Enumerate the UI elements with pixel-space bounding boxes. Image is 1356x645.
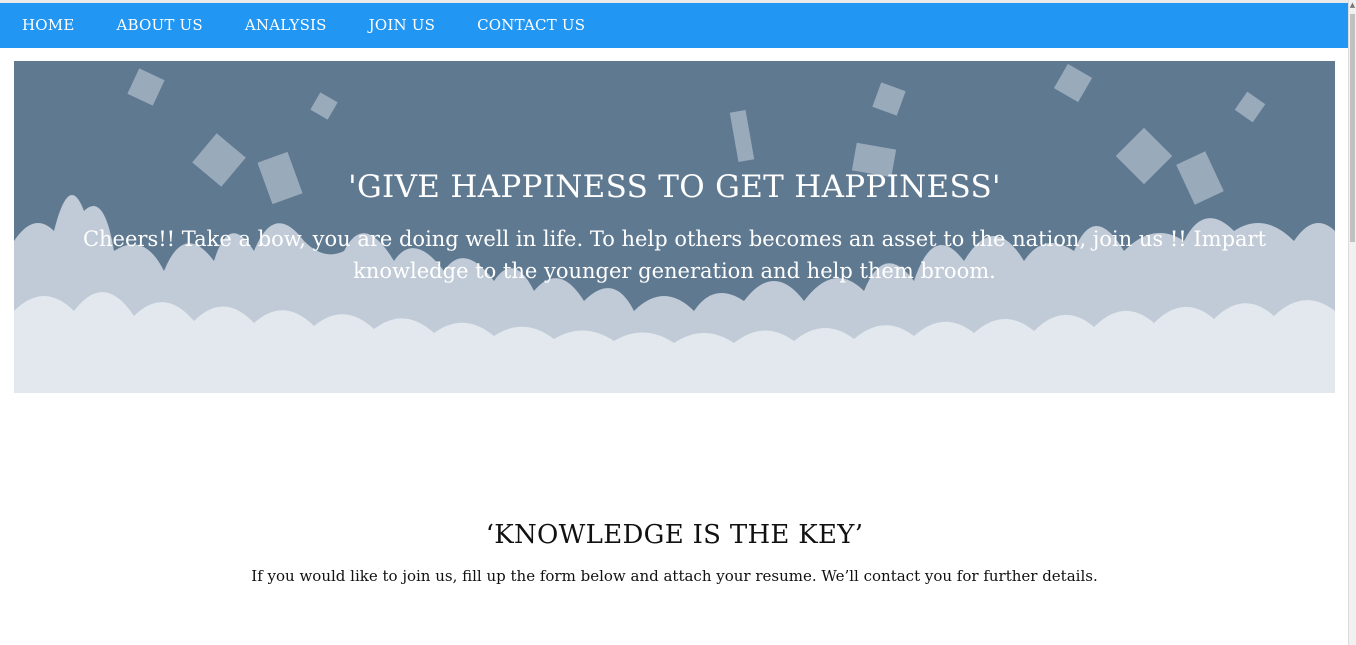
hero-text: Cheers!! Take a bow, you are doing well … [82,227,1267,283]
section-description: If you would like to join us, fill up th… [251,567,1098,585]
hero-banner: 'GIVE HAPPINESS TO GET HAPPINESS' Cheers… [14,61,1335,393]
hero-title: 'GIVE HAPPINESS TO GET HAPPINESS' [348,169,1001,205]
scroll-up-arrow-icon[interactable]: ▲ [1349,0,1356,10]
nav-about-us[interactable]: ABOUT US [96,3,224,48]
vertical-scrollbar[interactable]: ▲ [1348,0,1356,645]
nav-contact-us[interactable]: CONTACT US [456,3,606,48]
nav-analysis[interactable]: ANALYSIS [224,3,348,48]
nav-home[interactable]: HOME [0,3,96,48]
section-title: ‘KNOWLEDGE IS THE KEY’ [485,520,864,550]
navbar: HOME ABOUT US ANALYSIS JOIN US CONTACT U… [0,3,1349,48]
nav-join-us[interactable]: JOIN US [348,3,456,48]
scrollbar-thumb[interactable] [1350,14,1355,242]
